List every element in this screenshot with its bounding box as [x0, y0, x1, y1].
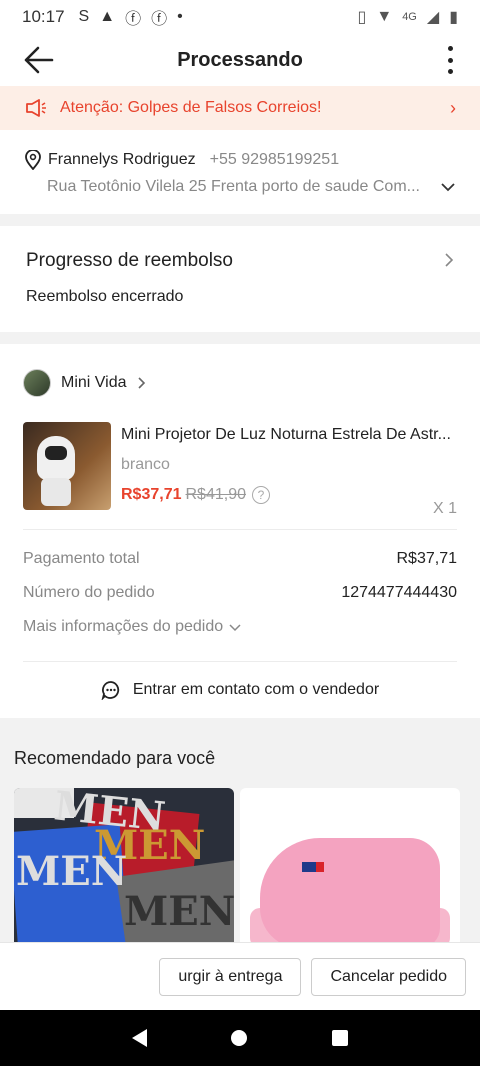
product-old-price: R$41,90 [185, 486, 247, 503]
bottom-action-bar: urgir à entrega Cancelar pedido [0, 942, 480, 1010]
brand-logo-icon [302, 862, 324, 872]
status-bar: 10:17 S ▲ ⓕ ⓕ • ▯ ▼ 4G ◢ ▮ [0, 0, 480, 34]
chevron-down-icon [229, 623, 241, 631]
order-details: Pagamento total R$37,71 Número do pedido… [23, 530, 457, 662]
store-name: Mini Vida [61, 374, 127, 391]
contact-seller-label: Entrar em contato com o vendedor [132, 681, 380, 698]
recipient-name: Frannelys Rodriguez [48, 151, 196, 168]
product-print-text: MEN [16, 848, 128, 895]
nav-recents-icon[interactable] [331, 1030, 348, 1046]
status-time: 10:17 [22, 7, 65, 26]
chat-bubble-icon [101, 681, 119, 700]
dot-icon: • [177, 8, 183, 25]
recipient-phone: +55 92985199251 [209, 151, 340, 168]
recommended-card[interactable]: MEN MEN MEN MEN [14, 788, 234, 942]
order-number-value: 1274477444430 [341, 584, 457, 601]
recommended-section: Recomendado para você MEN MEN MEN MEN [0, 730, 480, 942]
app-header: Processando [0, 34, 480, 86]
contact-seller-button[interactable]: Entrar em contato com o vendedor [23, 662, 457, 718]
product-name: Mini Projetor De Luz Noturna Estrela De … [121, 426, 451, 443]
refund-status: Reembolso encerrado [26, 288, 184, 305]
page-title: Processando [177, 48, 303, 71]
cancel-order-button[interactable]: Cancelar pedido [311, 957, 466, 996]
chevron-right-icon [137, 377, 145, 389]
battery-icon: ▮ [449, 9, 458, 26]
nav-back-icon[interactable] [132, 1029, 148, 1047]
alert-text: Atenção: Golpes de Falsos Correios! [60, 99, 322, 116]
location-pin-icon [25, 150, 41, 170]
total-label: Pagamento total [23, 550, 140, 567]
scam-alert-banner[interactable]: Atenção: Golpes de Falsos Correios! › [0, 86, 480, 130]
shipping-address[interactable]: Frannelys Rodriguez +55 92985199251 Rua … [0, 130, 480, 214]
chevron-right-icon [445, 253, 454, 267]
recommended-card[interactable] [240, 788, 460, 942]
help-icon[interactable]: ? [252, 486, 270, 504]
chevron-down-icon[interactable] [440, 181, 456, 193]
facebook-icon-2: ⓕ [151, 11, 168, 28]
product-quantity: X 1 [432, 500, 457, 517]
signal-icon: ◢ [426, 9, 440, 26]
vibrate-icon: ▯ [357, 9, 367, 26]
product-print-text: MEN [124, 888, 234, 935]
product-variant: branco [121, 456, 170, 473]
s-app-icon: S [78, 8, 90, 25]
store-avatar [23, 369, 51, 397]
recommended-title: Recomendado para você [14, 748, 216, 768]
wifi-icon: ▼ [376, 8, 393, 25]
refund-title: Progresso de reembolso [26, 250, 233, 271]
address-street: Rua Teotônio Vilela 25 Frenta porto de s… [47, 178, 420, 195]
chevron-right-icon: › [450, 97, 456, 118]
network-label: 4G [402, 11, 417, 23]
megaphone-icon [26, 99, 46, 117]
system-nav-bar [0, 1010, 480, 1066]
more-order-info-link[interactable]: Mais informações do pedido [23, 618, 241, 636]
back-arrow-icon[interactable] [22, 44, 56, 76]
total-value: R$37,71 [396, 550, 458, 567]
order-number-label: Número do pedido [23, 584, 155, 601]
refund-progress-section[interactable]: Progresso de reembolso Reembolso encerra… [0, 226, 480, 332]
order-card: Mini Vida Mini Projetor De Luz Noturna E… [0, 344, 480, 718]
facebook-icon: ⓕ [125, 11, 142, 28]
nav-home-icon[interactable] [231, 1030, 248, 1046]
product-price: R$37,71 [121, 486, 182, 503]
more-menu-icon[interactable] [446, 46, 454, 74]
urge-delivery-button[interactable]: urgir à entrega [159, 957, 302, 996]
product-item[interactable]: Mini Projetor De Luz Noturna Estrela De … [23, 422, 457, 530]
store-link[interactable]: Mini Vida [23, 344, 457, 422]
more-order-info-label: Mais informações do pedido [23, 618, 224, 635]
warning-icon: ▲ [99, 8, 116, 25]
product-thumbnail [23, 422, 111, 510]
